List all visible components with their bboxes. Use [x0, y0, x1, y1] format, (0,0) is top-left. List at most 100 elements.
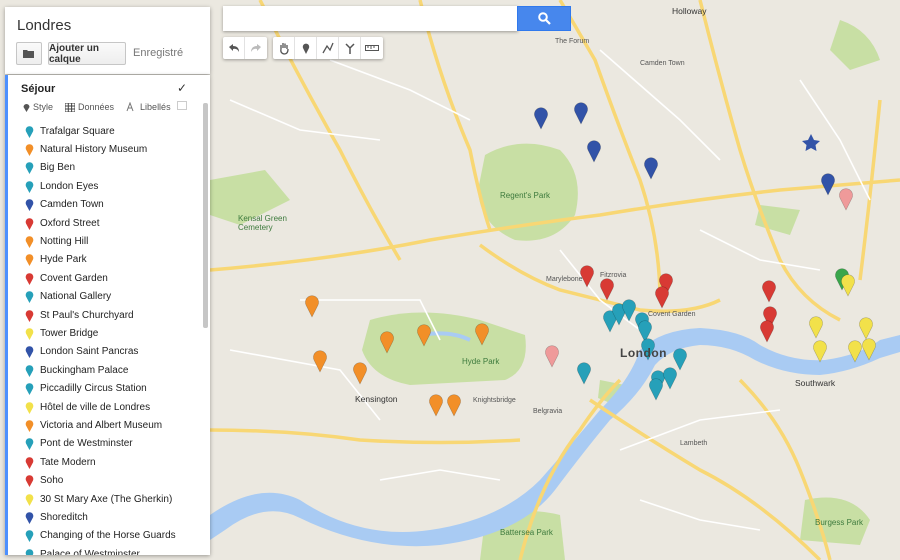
place-list-item[interactable]: Victoria and Albert Museum	[25, 416, 200, 434]
place-list-item[interactable]: Natural History Museum	[25, 140, 200, 158]
place-list-item[interactable]: Piccadilly Circus Station	[25, 379, 200, 397]
city-label: London	[620, 346, 667, 360]
place-list-item[interactable]: Big Ben	[25, 159, 200, 177]
place-pin-icon	[25, 144, 34, 157]
place-pin-icon	[25, 328, 34, 340]
layer-visibility-checkbox[interactable]: ✓	[177, 81, 187, 95]
draw-line-button[interactable]	[317, 37, 339, 59]
place-list-label: Piccadilly Circus Station	[40, 383, 147, 395]
undo-button[interactable]	[223, 37, 245, 59]
place-list-item[interactable]: 30 St Mary Axe (The Gherkin)	[25, 490, 200, 508]
area-label-kensington: Kensington	[355, 394, 398, 404]
search-input[interactable]	[223, 6, 518, 31]
place-list-item[interactable]: Oxford Street	[25, 214, 200, 232]
place-list-item[interactable]: Covent Garden	[25, 269, 200, 287]
redo-button[interactable]	[245, 37, 267, 59]
area-label-lambeth: Lambeth	[680, 440, 708, 447]
park-label-regents: Regent's Park	[500, 191, 550, 200]
place-pin-icon	[25, 236, 34, 249]
hand-icon	[279, 42, 289, 55]
place-list-item[interactable]: Pont de Westminster	[25, 435, 200, 453]
measure-button[interactable]	[361, 37, 383, 59]
place-list-label: National Gallery	[40, 291, 112, 303]
place-list-item[interactable]: Hôtel de ville de Londres	[25, 398, 200, 416]
map-title-panel: Londres Ajouter un calque Enregistré	[5, 7, 210, 74]
area-label-marylebone: Marylebone	[546, 276, 583, 283]
place-list-label: Palace of Westminster	[40, 548, 140, 555]
place-pin-icon	[25, 346, 34, 359]
place-list-item[interactable]: Camden Town	[25, 196, 200, 214]
table-icon	[65, 102, 76, 112]
labels-tool-label: Libellés	[140, 102, 171, 112]
search-icon	[537, 12, 551, 25]
add-marker-button[interactable]	[295, 37, 317, 59]
place-list-item[interactable]: Shoreditch	[25, 508, 200, 526]
draw-line-icon	[321, 42, 334, 54]
layer-tools: Style Données Libellés	[23, 102, 171, 112]
place-list-label: Camden Town	[40, 199, 104, 211]
labels-tool[interactable]: Libellés	[126, 102, 171, 112]
place-pin-icon	[25, 548, 34, 555]
place-list-item[interactable]: Palace of Westminster	[25, 545, 200, 555]
place-list-item[interactable]: Trafalgar Square	[25, 122, 200, 140]
directions-button[interactable]	[339, 37, 361, 59]
place-list-label: Hôtel de ville de Londres	[40, 401, 151, 413]
place-list-label: Hyde Park	[40, 254, 87, 266]
place-pin-icon	[25, 512, 34, 524]
open-folder-button[interactable]	[16, 42, 42, 65]
place-pin-icon	[25, 273, 34, 285]
place-list-item[interactable]: Tower Bridge	[25, 324, 200, 342]
area-label-forum: The Forum	[555, 38, 590, 45]
place-list-label: Shoreditch	[40, 511, 88, 523]
place-list-label: London Eyes	[40, 180, 99, 192]
place-list-label: Natural History Museum	[40, 144, 148, 156]
place-list-item[interactable]: Changing of the Horse Guards	[25, 527, 200, 545]
data-tool[interactable]: Données	[65, 102, 114, 112]
map-title[interactable]: Londres	[17, 17, 71, 34]
place-list-item[interactable]: Hyde Park	[25, 251, 200, 269]
area-label-knightsbridge: Knightsbridge	[473, 397, 516, 404]
place-pin-icon	[25, 199, 34, 212]
place-list-label: Tower Bridge	[40, 327, 99, 339]
park-label-kensal: Kensal Green Cemetery	[238, 214, 287, 232]
place-list-label: Notting Hill	[40, 236, 89, 248]
search-button[interactable]	[517, 6, 571, 31]
layer-panel: Séjour ✓ Style Données Libellés Trafalga…	[5, 75, 210, 555]
style-tool[interactable]: Style	[23, 102, 53, 112]
place-list-label: Victoria and Albert Museum	[40, 419, 163, 431]
place-pin-icon	[25, 530, 34, 543]
marker-icon	[302, 43, 309, 54]
place-pin-icon	[25, 181, 34, 193]
place-list-label: Pont de Westminster	[40, 438, 133, 450]
place-list-item[interactable]: London Saint Pancras	[25, 343, 200, 361]
place-pin-icon	[25, 383, 34, 396]
place-list-item[interactable]: Tate Modern	[25, 453, 200, 471]
place-list-item[interactable]: National Gallery	[25, 288, 200, 306]
place-list-item[interactable]: Notting Hill	[25, 232, 200, 250]
place-list-label: London Saint Pancras	[40, 346, 139, 358]
directions-icon	[344, 43, 355, 54]
area-label-fitzrovia: Fitzrovia	[600, 272, 627, 279]
add-layer-button[interactable]: Ajouter un calque	[48, 42, 126, 65]
place-list-label: Oxford Street	[40, 217, 100, 229]
place-list-item[interactable]: Buckingham Palace	[25, 361, 200, 379]
layer-options-dropdown[interactable]	[177, 101, 187, 110]
pan-hand-button[interactable]	[273, 37, 295, 59]
place-list-label: Covent Garden	[40, 272, 108, 284]
redo-icon	[251, 44, 261, 52]
place-pin-icon	[25, 291, 34, 304]
style-pin-icon	[23, 104, 30, 112]
place-list-item[interactable]: St Paul's Churchyard	[25, 306, 200, 324]
place-pin-icon	[25, 309, 34, 322]
place-list-item[interactable]: London Eyes	[25, 177, 200, 195]
place-list-label: Trafalgar Square	[40, 125, 115, 137]
place-pin-icon	[25, 475, 34, 488]
list-scrollbar[interactable]	[203, 103, 208, 328]
place-pin-icon	[25, 254, 34, 267]
place-list-label: Big Ben	[40, 162, 76, 174]
place-list-label: 30 St Mary Axe (The Gherkin)	[40, 493, 173, 505]
area-label-camden: Camden Town	[640, 60, 685, 67]
place-list-item[interactable]: Soho	[25, 471, 200, 489]
layer-name[interactable]: Séjour	[21, 83, 55, 95]
map-toolbar	[223, 37, 383, 59]
